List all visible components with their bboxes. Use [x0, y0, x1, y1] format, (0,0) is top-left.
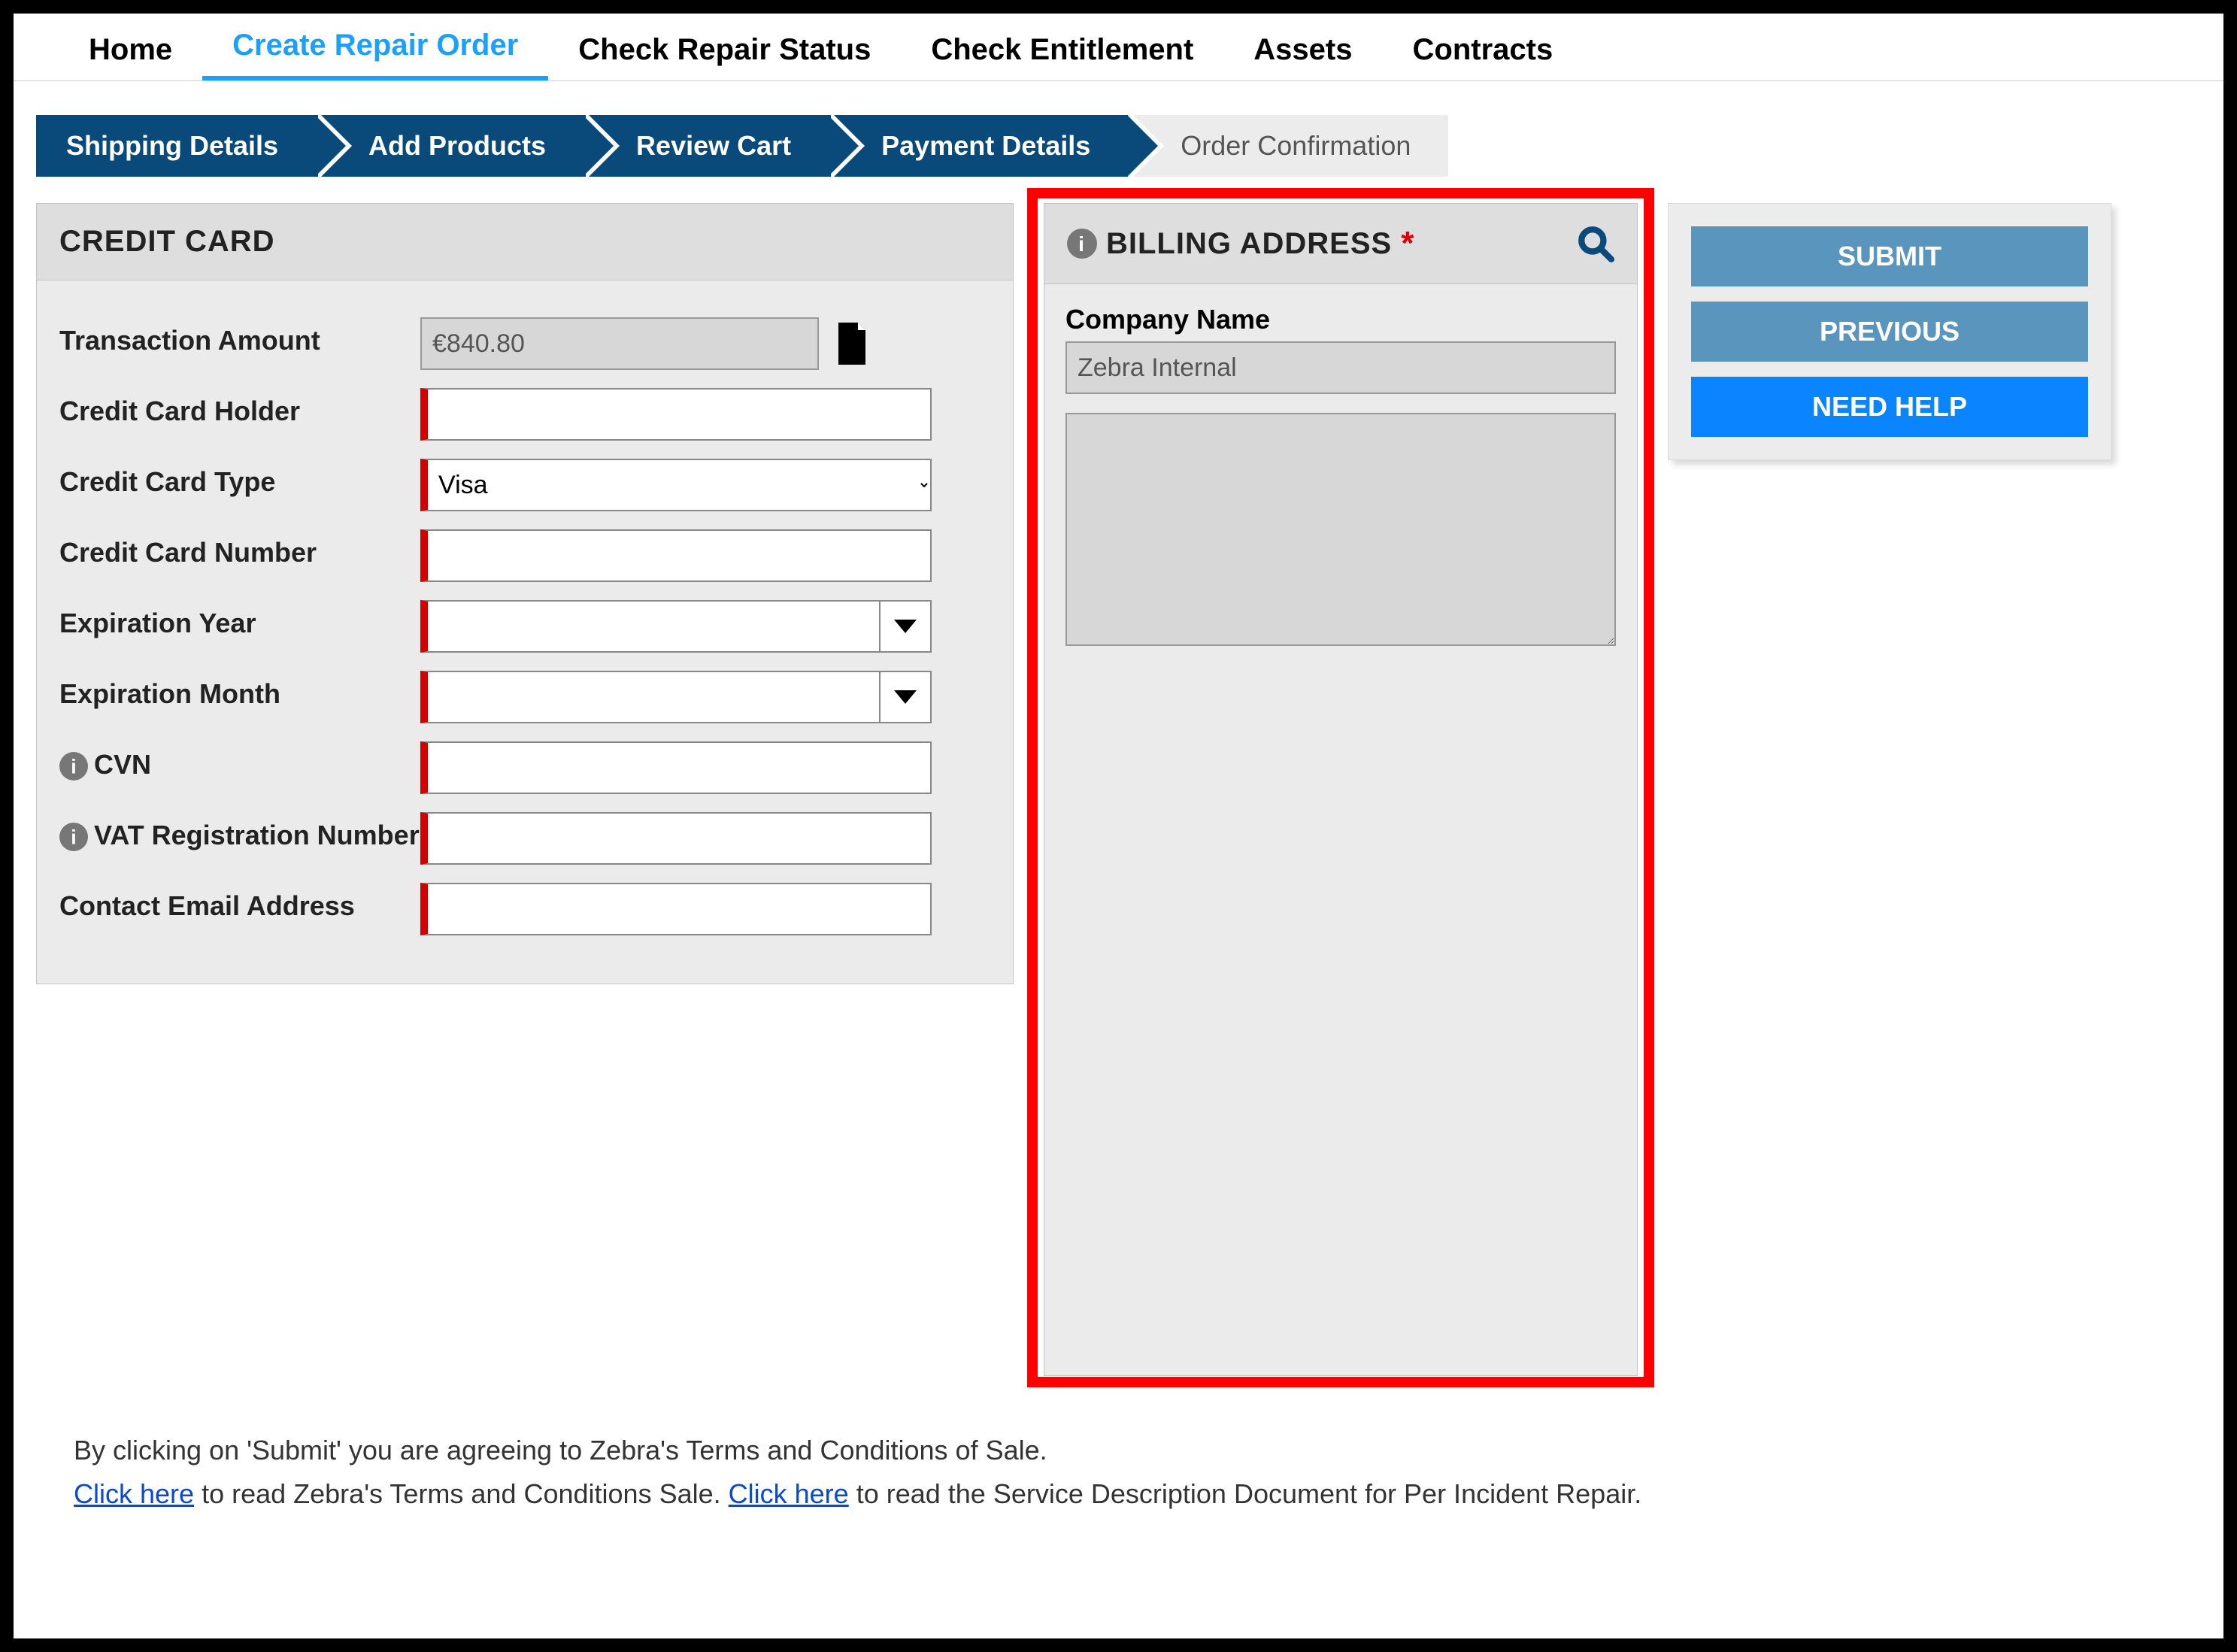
email-field[interactable]	[420, 883, 932, 935]
progress-steps: Shipping Details Add Products Review Car…	[14, 81, 2223, 203]
nav-assets[interactable]: Assets	[1223, 26, 1382, 80]
step-shipping-details[interactable]: Shipping Details	[36, 115, 316, 177]
email-label: Contact Email Address	[59, 883, 420, 922]
nav-check-entitlement[interactable]: Check Entitlement	[901, 26, 1223, 80]
step-add-products[interactable]: Add Products	[316, 115, 583, 177]
previous-button[interactable]: PREVIOUS	[1691, 302, 2088, 362]
svg-text:i: i	[71, 756, 76, 778]
number-label: Credit Card Number	[59, 529, 420, 568]
credit-card-header: CREDIT CARD	[37, 204, 1013, 280]
company-name-field	[1065, 341, 1616, 394]
cvn-field[interactable]	[420, 741, 932, 794]
info-icon[interactable]: i	[59, 752, 88, 781]
info-icon[interactable]: i	[59, 823, 88, 851]
submit-button[interactable]: SUBMIT	[1691, 226, 2088, 286]
step-payment-details[interactable]: Payment Details	[829, 115, 1128, 177]
nav-home[interactable]: Home	[59, 26, 202, 80]
exp-year-input[interactable]	[420, 600, 879, 653]
credit-card-panel: CREDIT CARD Transaction Amount Cred	[36, 203, 1014, 984]
info-icon[interactable]: i	[1067, 229, 1097, 259]
company-name-label: Company Name	[1065, 304, 1616, 335]
number-field[interactable]	[420, 529, 932, 582]
svg-text:i: i	[71, 826, 76, 849]
vat-label: VAT Registration Number	[94, 820, 420, 851]
transaction-amount-label: Transaction Amount	[59, 317, 420, 356]
footer-line1: By clicking on 'Submit' you are agreeing…	[74, 1429, 2163, 1472]
type-select[interactable]: Visa	[420, 459, 932, 511]
step-review-cart[interactable]: Review Cart	[583, 115, 829, 177]
document-icon[interactable]	[834, 322, 870, 365]
exp-month-label: Expiration Month	[59, 671, 420, 710]
nav-create-repair-order[interactable]: Create Repair Order	[202, 21, 548, 80]
service-description-link[interactable]: Click here	[729, 1478, 849, 1509]
billing-header-text: BILLING ADDRESS	[1106, 227, 1392, 261]
holder-label: Credit Card Holder	[59, 388, 420, 427]
type-label: Credit Card Type	[59, 459, 420, 498]
nav-check-repair-status[interactable]: Check Repair Status	[548, 26, 901, 80]
step-order-confirmation: Order Confirmation	[1128, 115, 1448, 177]
footer-mid2: to read the Service Description Document…	[849, 1478, 1642, 1509]
billing-header: i BILLING ADDRESS *	[1044, 204, 1637, 284]
billing-address-textarea[interactable]	[1065, 413, 1616, 646]
footer-mid1: to read Zebra's Terms and Conditions Sal…	[194, 1478, 729, 1509]
footer-text: By clicking on 'Submit' you are agreeing…	[14, 1376, 2223, 1538]
transaction-amount-field	[420, 317, 819, 370]
top-nav: Home Create Repair Order Check Repair St…	[14, 14, 2223, 81]
chevron-down-icon[interactable]	[879, 600, 932, 653]
search-icon[interactable]	[1577, 225, 1614, 262]
vat-field[interactable]	[420, 812, 932, 865]
holder-field[interactable]	[420, 388, 932, 441]
nav-contracts[interactable]: Contracts	[1383, 26, 1584, 80]
credit-card-header-text: CREDIT CARD	[59, 225, 275, 259]
action-buttons-panel: SUBMIT PREVIOUS NEED HELP	[1668, 203, 2111, 460]
exp-month-select[interactable]	[420, 671, 932, 723]
svg-text:i: i	[1078, 232, 1086, 256]
required-asterisk: *	[1401, 225, 1414, 262]
terms-link[interactable]: Click here	[74, 1478, 194, 1509]
chevron-down-icon[interactable]	[879, 671, 932, 723]
need-help-button[interactable]: NEED HELP	[1691, 377, 2088, 437]
billing-address-panel: i BILLING ADDRESS * Company Name	[1044, 203, 1638, 1376]
exp-year-select[interactable]	[420, 600, 932, 653]
exp-month-input[interactable]	[420, 671, 879, 723]
cvn-label: CVN	[94, 749, 151, 781]
exp-year-label: Expiration Year	[59, 600, 420, 639]
